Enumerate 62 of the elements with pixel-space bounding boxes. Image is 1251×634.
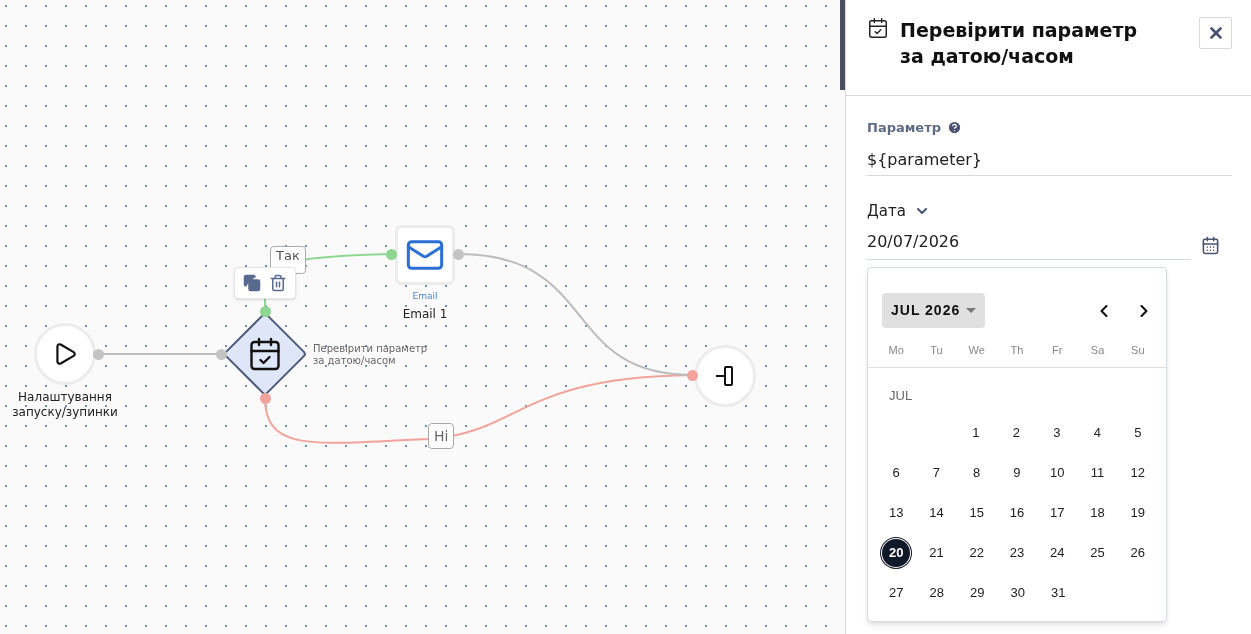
month-year-button[interactable]: JUL 2026 bbox=[882, 293, 986, 328]
calendar-day[interactable]: 28 bbox=[922, 579, 951, 607]
input-field[interactable]: ${parameter} bbox=[867, 147, 1232, 176]
calendar-day[interactable]: 17 bbox=[1043, 499, 1072, 527]
calendar-day[interactable]: 30 bbox=[1003, 579, 1032, 607]
connection-port[interactable] bbox=[215, 348, 227, 360]
calendar-day[interactable]: 20 bbox=[882, 539, 911, 567]
field-label: Параметр bbox=[867, 119, 941, 137]
calendar-day[interactable]: 1 bbox=[961, 419, 990, 447]
weekday-label: Sa bbox=[1089, 343, 1106, 358]
email-node[interactable] bbox=[395, 225, 455, 285]
calendar-check-icon bbox=[247, 336, 283, 372]
calendar-day[interactable]: 31 bbox=[1044, 579, 1073, 607]
calendar-day[interactable]: 5 bbox=[1123, 419, 1152, 447]
weekday-label: Su bbox=[1130, 343, 1146, 358]
calendar-day[interactable]: 10 bbox=[1043, 459, 1072, 487]
calendar-day[interactable]: 2 bbox=[1002, 419, 1031, 447]
date-field[interactable]: 20/07/2026 bbox=[867, 230, 1191, 260]
calendar-day[interactable]: 9 bbox=[1003, 459, 1031, 487]
weekday-label: Mo bbox=[887, 343, 905, 358]
connection-port[interactable] bbox=[259, 392, 271, 404]
calendar-day[interactable]: 14 bbox=[922, 499, 951, 527]
connection-port[interactable] bbox=[259, 305, 271, 317]
calendar-day[interactable]: 7 bbox=[922, 459, 951, 487]
calendar-day[interactable]: 12 bbox=[1123, 459, 1152, 487]
calendar-day[interactable]: 25 bbox=[1083, 539, 1112, 567]
node-label: Email 1 bbox=[401, 306, 449, 323]
calendar-day[interactable]: 26 bbox=[1123, 539, 1152, 567]
calendar-day[interactable]: 27 bbox=[882, 579, 911, 607]
calendar-day[interactable]: 22 bbox=[962, 539, 991, 567]
trash-icon[interactable] bbox=[269, 274, 287, 292]
calendar-day[interactable]: 6 bbox=[882, 459, 911, 487]
copy-icon[interactable] bbox=[243, 274, 261, 292]
edge-label: Ні bbox=[428, 423, 455, 449]
calendar-day[interactable]: 8 bbox=[962, 459, 991, 487]
calendar-check-icon bbox=[867, 17, 889, 39]
weekday-label: Tu bbox=[929, 343, 944, 358]
caret-icon bbox=[966, 308, 977, 313]
help-icon[interactable] bbox=[947, 120, 962, 136]
node-type-label: Email bbox=[411, 290, 439, 303]
calendar-day[interactable]: 29 bbox=[963, 579, 992, 607]
calendar-day[interactable]: 13 bbox=[882, 499, 911, 527]
weekday-label: We bbox=[967, 343, 986, 358]
weekday-label: Th bbox=[1009, 343, 1025, 358]
calendar-day[interactable]: 18 bbox=[1083, 499, 1112, 527]
calendar-day[interactable]: 23 bbox=[1003, 539, 1031, 567]
weekday-label: Fr bbox=[1051, 343, 1064, 358]
calendar-day[interactable]: 11 bbox=[1083, 459, 1112, 487]
calendar-day[interactable]: 24 bbox=[1043, 539, 1072, 567]
field-label: Дата bbox=[867, 200, 906, 222]
month-heading: JUL bbox=[889, 386, 913, 405]
scrollbar-thumb[interactable] bbox=[840, 0, 845, 90]
calendar-day[interactable]: 19 bbox=[1123, 499, 1152, 527]
calendar-day[interactable]: 4 bbox=[1083, 419, 1112, 447]
node-label: Налаштування запуску/зупинки bbox=[11, 390, 119, 420]
calendar-day[interactable]: 21 bbox=[922, 539, 951, 567]
close-button[interactable] bbox=[1199, 17, 1232, 49]
node-label: Перевірити параметр за датою/часом bbox=[313, 343, 429, 367]
calendar-day[interactable]: 16 bbox=[1003, 499, 1031, 527]
panel-title: Перевірити параметр за датою/часом bbox=[900, 18, 1139, 69]
calendar-day[interactable]: 15 bbox=[962, 499, 991, 527]
calendar-day[interactable]: 3 bbox=[1042, 419, 1071, 447]
